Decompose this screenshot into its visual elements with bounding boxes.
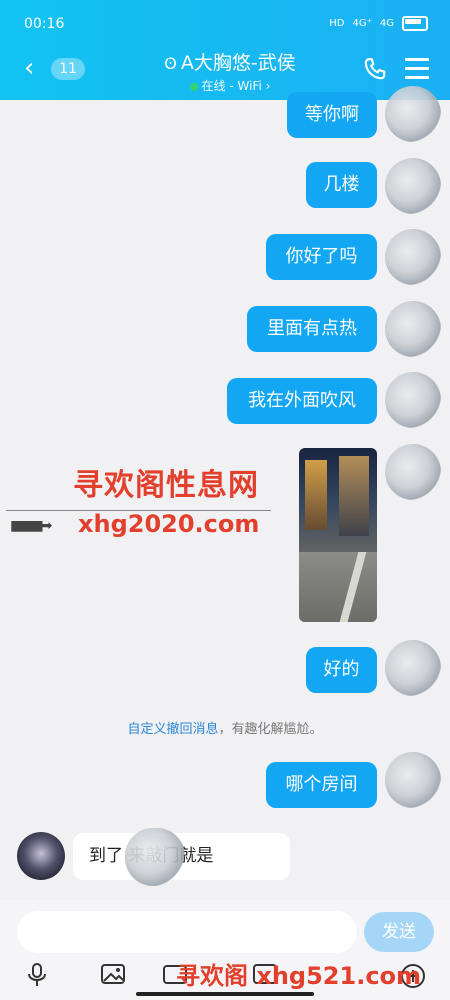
watermark-bottom: 寻欢阁 xhg521.com <box>176 962 422 990</box>
status-icons: HD 4G⁺ 4G <box>329 16 428 31</box>
photo-building-right <box>339 456 369 536</box>
watermark-arrow-icon: ■■■➡ <box>10 518 52 534</box>
image-icon[interactable] <box>98 962 128 992</box>
sender-avatar-icon <box>385 158 441 214</box>
redaction-blob <box>125 828 185 886</box>
sender-avatar-icon <box>385 301 441 357</box>
sender-avatar-icon <box>385 229 441 285</box>
send-button[interactable]: 发送 <box>364 912 434 952</box>
photo-building-left <box>305 460 327 530</box>
message-input[interactable] <box>17 911 357 953</box>
unread-count-badge[interactable]: 11 <box>51 58 85 80</box>
back-chevron-icon[interactable]: ‹ <box>24 55 42 81</box>
mic-icon[interactable] <box>22 962 52 992</box>
outgoing-message[interactable]: 哪个房间 <box>266 762 377 808</box>
contact-name-row: ʘ A大胸悠-武侯 <box>130 50 330 77</box>
outgoing-message[interactable]: 你好了吗 <box>266 234 377 280</box>
sender-avatar-icon <box>385 444 441 500</box>
photo-road <box>299 552 377 622</box>
presence-chevron-icon: › <box>265 79 271 93</box>
recall-notice-text: ，有趣化解尴尬。 <box>218 722 323 737</box>
outgoing-message[interactable]: 等你啊 <box>287 92 377 138</box>
status-time: 00:16 <box>24 16 65 32</box>
outgoing-message[interactable]: 好的 <box>306 647 377 693</box>
chat-title-block[interactable]: ʘ A大胸悠-武侯 在线 - WiFi › <box>130 50 330 95</box>
presence-text: 在线 - WiFi <box>201 79 262 93</box>
photo-message[interactable] <box>299 448 377 622</box>
custom-recall-link[interactable]: 自定义撤回消息 <box>127 722 218 737</box>
signal-4g-plus-icon: 4G⁺ <box>352 18 372 29</box>
sender-avatar-icon <box>385 640 441 696</box>
sender-avatar-icon <box>385 86 441 142</box>
battery-icon <box>402 16 428 31</box>
contact-name: A大胸悠-武侯 <box>180 52 296 74</box>
sender-avatar-icon <box>385 752 441 808</box>
hd-icon: HD <box>329 18 345 29</box>
outgoing-message[interactable]: 几楼 <box>306 162 377 208</box>
menu-icon[interactable] <box>405 58 429 80</box>
home-indicator[interactable] <box>136 992 314 996</box>
watermark-title: 寻欢阁性息网 <box>73 468 259 503</box>
online-dot-icon <box>189 82 198 91</box>
ear-icon: ʘ <box>164 54 177 73</box>
chat-header: 00:16 HD 4G⁺ 4G ‹ 11 ʘ A大胸悠-武侯 在线 - WiFi … <box>0 0 450 100</box>
sender-avatar-icon <box>385 372 441 428</box>
signal-4g-icon: 4G <box>379 18 394 29</box>
contact-avatar[interactable] <box>17 832 65 880</box>
watermark-url: xhg2020.com <box>78 510 260 538</box>
status-bar: 00:16 HD 4G⁺ 4G <box>0 14 450 38</box>
outgoing-message[interactable]: 我在外面吹风 <box>227 378 377 424</box>
outgoing-message[interactable]: 里面有点热 <box>247 306 377 352</box>
phone-icon[interactable] <box>362 56 388 82</box>
recall-notice: 自定义撤回消息，有趣化解尴尬。 <box>0 718 450 737</box>
